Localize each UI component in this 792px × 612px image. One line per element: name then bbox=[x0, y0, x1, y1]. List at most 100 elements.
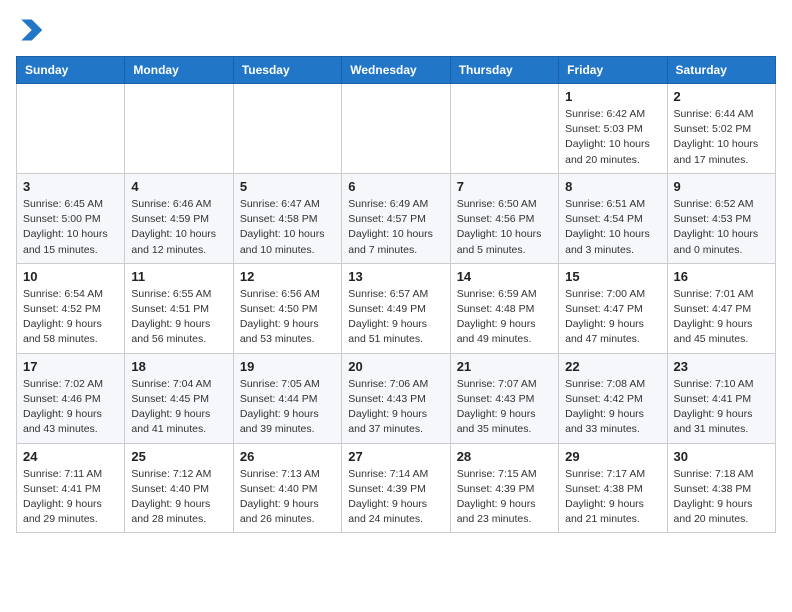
day-info: Sunrise: 7:10 AM Sunset: 4:41 PM Dayligh… bbox=[674, 377, 769, 438]
day-info: Sunrise: 7:08 AM Sunset: 4:42 PM Dayligh… bbox=[565, 377, 660, 438]
day-number: 27 bbox=[348, 449, 443, 464]
day-number: 9 bbox=[674, 179, 769, 194]
logo bbox=[16, 16, 48, 44]
calendar-cell: 9 Sunrise: 6:52 AM Sunset: 4:53 PM Daylig… bbox=[667, 173, 775, 263]
calendar-cell: 23 Sunrise: 7:10 AM Sunset: 4:41 PM Dayli… bbox=[667, 353, 775, 443]
calendar-cell: 13Sunrise: 6:57 AM Sunset: 4:49 PM Dayli… bbox=[342, 263, 450, 353]
calendar-cell: 2 Sunrise: 6:44 AM Sunset: 5:02 PM Daylig… bbox=[667, 84, 775, 174]
day-info: Sunrise: 6:44 AM Sunset: 5:02 PM Dayligh… bbox=[674, 107, 769, 168]
calendar-cell: 22 Sunrise: 7:08 AM Sunset: 4:42 PM Dayli… bbox=[559, 353, 667, 443]
day-info: Sunrise: 6:55 AM Sunset: 4:51 PM Dayligh… bbox=[131, 287, 226, 348]
calendar-cell: 1 Sunrise: 6:42 AM Sunset: 5:03 PM Daylig… bbox=[559, 84, 667, 174]
day-number: 2 bbox=[674, 89, 769, 104]
calendar-cell: 18Sunrise: 7:04 AM Sunset: 4:45 PM Dayli… bbox=[125, 353, 233, 443]
weekday-header-row: SundayMondayTuesdayWednesdayThursdayFrid… bbox=[17, 57, 776, 84]
day-number: 26 bbox=[240, 449, 335, 464]
day-number: 4 bbox=[131, 179, 226, 194]
calendar-cell: 6 Sunrise: 6:49 AM Sunset: 4:57 PM Daylig… bbox=[342, 173, 450, 263]
day-number: 19 bbox=[240, 359, 335, 374]
day-info: Sunrise: 7:02 AM Sunset: 4:46 PM Dayligh… bbox=[23, 377, 118, 438]
calendar-table: SundayMondayTuesdayWednesdayThursdayFrid… bbox=[16, 56, 776, 533]
calendar-week-row: 3 Sunrise: 6:45 AM Sunset: 5:00 PM Daylig… bbox=[17, 173, 776, 263]
calendar-cell: 24 Sunrise: 7:11 AM Sunset: 4:41 PM Dayli… bbox=[17, 443, 125, 533]
calendar-week-row: 17 Sunrise: 7:02 AM Sunset: 4:46 PM Dayli… bbox=[17, 353, 776, 443]
day-info: Sunrise: 6:49 AM Sunset: 4:57 PM Dayligh… bbox=[348, 197, 443, 258]
calendar-cell: 12Sunrise: 6:56 AM Sunset: 4:50 PM Dayli… bbox=[233, 263, 341, 353]
calendar-cell: 16 Sunrise: 7:01 AM Sunset: 4:47 PM Dayli… bbox=[667, 263, 775, 353]
calendar-cell: 11 Sunrise: 6:55 AM Sunset: 4:51 PM Dayli… bbox=[125, 263, 233, 353]
day-number: 16 bbox=[674, 269, 769, 284]
day-number: 23 bbox=[674, 359, 769, 374]
calendar-cell: 25 Sunrise: 7:12 AM Sunset: 4:40 PM Dayli… bbox=[125, 443, 233, 533]
day-number: 20 bbox=[348, 359, 443, 374]
logo-icon bbox=[16, 16, 44, 44]
day-info: Sunrise: 7:00 AM Sunset: 4:47 PM Dayligh… bbox=[565, 287, 660, 348]
calendar-cell: 26 Sunrise: 7:13 AM Sunset: 4:40 PM Dayli… bbox=[233, 443, 341, 533]
day-info: Sunrise: 6:45 AM Sunset: 5:00 PM Dayligh… bbox=[23, 197, 118, 258]
day-info: Sunrise: 6:50 AM Sunset: 4:56 PM Dayligh… bbox=[457, 197, 552, 258]
day-info: Sunrise: 7:13 AM Sunset: 4:40 PM Dayligh… bbox=[240, 467, 335, 528]
calendar-cell: 27 Sunrise: 7:14 AM Sunset: 4:39 PM Dayli… bbox=[342, 443, 450, 533]
calendar-cell bbox=[125, 84, 233, 174]
calendar-cell bbox=[233, 84, 341, 174]
calendar-cell: 10Sunrise: 6:54 AM Sunset: 4:52 PM Dayli… bbox=[17, 263, 125, 353]
day-number: 29 bbox=[565, 449, 660, 464]
day-info: Sunrise: 7:14 AM Sunset: 4:39 PM Dayligh… bbox=[348, 467, 443, 528]
day-info: Sunrise: 7:07 AM Sunset: 4:43 PM Dayligh… bbox=[457, 377, 552, 438]
day-number: 25 bbox=[131, 449, 226, 464]
day-number: 21 bbox=[457, 359, 552, 374]
day-info: Sunrise: 6:47 AM Sunset: 4:58 PM Dayligh… bbox=[240, 197, 335, 258]
calendar-cell: 7 Sunrise: 6:50 AM Sunset: 4:56 PM Daylig… bbox=[450, 173, 558, 263]
day-info: Sunrise: 7:18 AM Sunset: 4:38 PM Dayligh… bbox=[674, 467, 769, 528]
day-number: 30 bbox=[674, 449, 769, 464]
day-number: 8 bbox=[565, 179, 660, 194]
day-number: 13 bbox=[348, 269, 443, 284]
calendar-cell: 4 Sunrise: 6:46 AM Sunset: 4:59 PM Daylig… bbox=[125, 173, 233, 263]
day-info: Sunrise: 6:46 AM Sunset: 4:59 PM Dayligh… bbox=[131, 197, 226, 258]
day-number: 12 bbox=[240, 269, 335, 284]
day-number: 11 bbox=[131, 269, 226, 284]
day-number: 28 bbox=[457, 449, 552, 464]
day-number: 1 bbox=[565, 89, 660, 104]
calendar-week-row: 1 Sunrise: 6:42 AM Sunset: 5:03 PM Daylig… bbox=[17, 84, 776, 174]
weekday-header-sunday: Sunday bbox=[17, 57, 125, 84]
calendar-cell: 21 Sunrise: 7:07 AM Sunset: 4:43 PM Dayli… bbox=[450, 353, 558, 443]
page-header bbox=[16, 16, 776, 44]
calendar-cell bbox=[450, 84, 558, 174]
weekday-header-monday: Monday bbox=[125, 57, 233, 84]
calendar-cell: 15Sunrise: 7:00 AM Sunset: 4:47 PM Dayli… bbox=[559, 263, 667, 353]
calendar-cell: 28 Sunrise: 7:15 AM Sunset: 4:39 PM Dayli… bbox=[450, 443, 558, 533]
day-info: Sunrise: 6:52 AM Sunset: 4:53 PM Dayligh… bbox=[674, 197, 769, 258]
day-info: Sunrise: 7:15 AM Sunset: 4:39 PM Dayligh… bbox=[457, 467, 552, 528]
day-number: 5 bbox=[240, 179, 335, 194]
calendar-cell: 19 Sunrise: 7:05 AM Sunset: 4:44 PM Dayli… bbox=[233, 353, 341, 443]
calendar-cell: 30 Sunrise: 7:18 AM Sunset: 4:38 PM Dayli… bbox=[667, 443, 775, 533]
calendar-cell: 29Sunrise: 7:17 AM Sunset: 4:38 PM Dayli… bbox=[559, 443, 667, 533]
day-number: 7 bbox=[457, 179, 552, 194]
day-info: Sunrise: 7:05 AM Sunset: 4:44 PM Dayligh… bbox=[240, 377, 335, 438]
day-number: 24 bbox=[23, 449, 118, 464]
weekday-header-friday: Friday bbox=[559, 57, 667, 84]
day-info: Sunrise: 7:12 AM Sunset: 4:40 PM Dayligh… bbox=[131, 467, 226, 528]
day-info: Sunrise: 7:01 AM Sunset: 4:47 PM Dayligh… bbox=[674, 287, 769, 348]
calendar-week-row: 24 Sunrise: 7:11 AM Sunset: 4:41 PM Dayli… bbox=[17, 443, 776, 533]
calendar-cell: 20 Sunrise: 7:06 AM Sunset: 4:43 PM Dayli… bbox=[342, 353, 450, 443]
day-info: Sunrise: 6:59 AM Sunset: 4:48 PM Dayligh… bbox=[457, 287, 552, 348]
day-info: Sunrise: 6:42 AM Sunset: 5:03 PM Dayligh… bbox=[565, 107, 660, 168]
day-info: Sunrise: 7:06 AM Sunset: 4:43 PM Dayligh… bbox=[348, 377, 443, 438]
day-info: Sunrise: 6:51 AM Sunset: 4:54 PM Dayligh… bbox=[565, 197, 660, 258]
day-number: 22 bbox=[565, 359, 660, 374]
day-number: 14 bbox=[457, 269, 552, 284]
day-number: 10 bbox=[23, 269, 118, 284]
calendar-cell bbox=[342, 84, 450, 174]
calendar-week-row: 10Sunrise: 6:54 AM Sunset: 4:52 PM Dayli… bbox=[17, 263, 776, 353]
day-info: Sunrise: 7:11 AM Sunset: 4:41 PM Dayligh… bbox=[23, 467, 118, 528]
weekday-header-thursday: Thursday bbox=[450, 57, 558, 84]
calendar-cell: 17 Sunrise: 7:02 AM Sunset: 4:46 PM Dayli… bbox=[17, 353, 125, 443]
calendar-cell: 8 Sunrise: 6:51 AM Sunset: 4:54 PM Daylig… bbox=[559, 173, 667, 263]
day-number: 6 bbox=[348, 179, 443, 194]
weekday-header-saturday: Saturday bbox=[667, 57, 775, 84]
day-number: 17 bbox=[23, 359, 118, 374]
day-number: 3 bbox=[23, 179, 118, 194]
day-number: 18 bbox=[131, 359, 226, 374]
